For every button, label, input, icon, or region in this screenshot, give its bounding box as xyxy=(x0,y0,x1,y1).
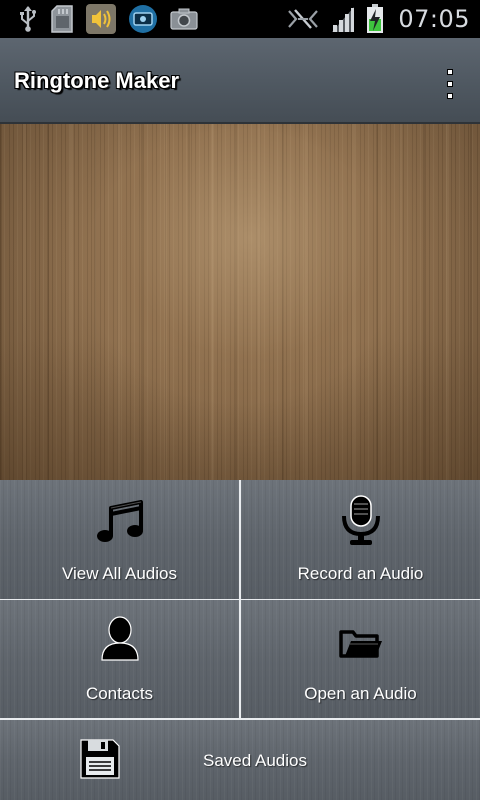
view-all-audios-label: View All Audios xyxy=(62,564,177,583)
saved-audios-label: Saved Audios xyxy=(203,751,307,770)
wood-banner-image xyxy=(0,124,480,480)
volume-icon xyxy=(86,4,116,34)
open-audio-label: Open an Audio xyxy=(304,684,417,703)
microphone-icon xyxy=(341,495,380,545)
app-title: Ringtone Maker xyxy=(14,68,180,93)
record-audio-button[interactable]: Record an Audio xyxy=(241,480,480,599)
contacts-label: Contacts xyxy=(85,684,154,703)
open-audio-button[interactable]: Open an Audio xyxy=(241,600,480,718)
status-bar: 07:05 xyxy=(0,0,480,38)
grid-divider-horizontal xyxy=(0,718,480,720)
camera-icon xyxy=(170,8,198,30)
app-screen: 07:05 Ringtone Maker View All Audios Rec… xyxy=(0,0,480,800)
view-all-audios-button[interactable]: View All Audios xyxy=(0,480,239,599)
sd-card-icon xyxy=(51,5,73,33)
no-signal-data-icon xyxy=(288,9,319,29)
grid-divider-horizontal xyxy=(0,599,480,600)
signal-icon xyxy=(332,7,355,32)
battery-charging-icon xyxy=(367,4,384,33)
video-icon xyxy=(129,5,157,33)
record-audio-label: Record an Audio xyxy=(297,564,424,583)
main-menu-grid: View All Audios Record an Audio Contacts xyxy=(0,480,480,800)
contacts-button[interactable]: Contacts xyxy=(0,600,239,718)
saved-audios-button[interactable]: Saved Audios xyxy=(0,720,480,800)
action-bar: Ringtone Maker xyxy=(0,38,480,124)
wood-banner-shading xyxy=(0,124,480,480)
notification-icons xyxy=(18,4,286,34)
overflow-menu-icon[interactable] xyxy=(446,70,454,98)
music-note-icon xyxy=(96,500,143,542)
usb-icon xyxy=(20,6,36,32)
status-time: 07:05 xyxy=(398,5,470,33)
system-icons: 07:05 xyxy=(286,4,470,34)
contact-person-icon xyxy=(100,616,139,661)
folder-open-icon xyxy=(338,630,382,658)
